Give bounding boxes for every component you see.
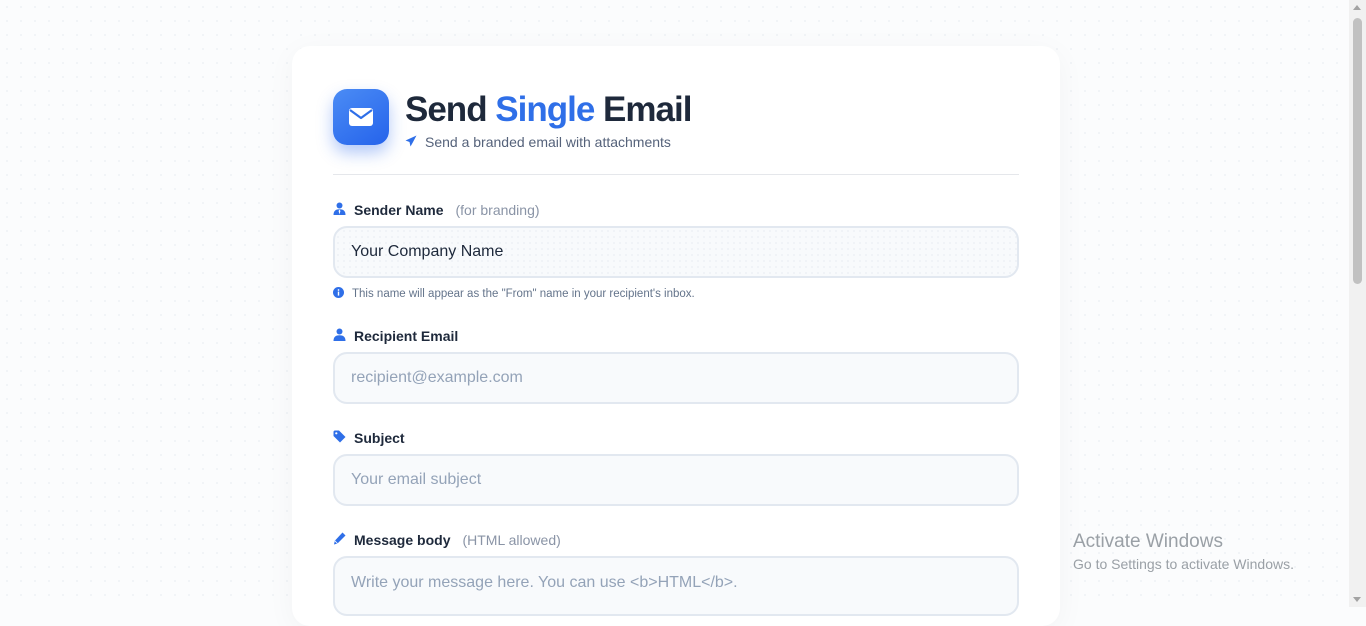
paper-plane-icon	[405, 134, 417, 150]
page-title: Send Single Email	[405, 89, 692, 131]
sender-name-input[interactable]	[333, 226, 1019, 278]
sender-name-label: Sender Name (for branding)	[333, 202, 540, 218]
subject-label-text: Subject	[354, 430, 405, 446]
sender-name-help: This name will appear as the "From" name…	[333, 287, 695, 301]
recipient-email-label: Recipient Email	[333, 328, 458, 344]
scroll-up-arrow-icon[interactable]	[1353, 5, 1361, 10]
subject-label: Subject	[333, 430, 405, 446]
sender-name-hint: (for branding)	[455, 202, 540, 218]
recipient-email-label-text: Recipient Email	[354, 328, 459, 344]
vertical-scrollbar[interactable]	[1349, 0, 1366, 607]
info-icon	[333, 287, 344, 301]
watermark-subtitle: Go to Settings to activate Windows.	[1073, 556, 1294, 572]
tag-icon	[333, 430, 346, 446]
message-body-label-text: Message body	[354, 532, 451, 548]
user-tie-icon	[333, 202, 346, 218]
title-accent: Single	[495, 90, 595, 129]
subject-input[interactable]	[333, 454, 1019, 506]
message-body-hint: (HTML allowed)	[462, 532, 561, 548]
watermark-title: Activate Windows	[1073, 531, 1223, 552]
windows-activation-watermark: Activate Windows Go to Settings to activ…	[1073, 530, 1294, 574]
scroll-down-arrow-icon[interactable]	[1353, 597, 1361, 602]
message-body-label: Message body (HTML allowed)	[333, 532, 561, 548]
scrollbar-thumb[interactable]	[1353, 18, 1362, 284]
sender-name-help-text: This name will appear as the "From" name…	[352, 288, 695, 300]
pen-icon	[333, 532, 346, 548]
sender-name-label-text: Sender Name	[354, 202, 444, 218]
envelope-icon	[333, 89, 389, 145]
form-header: Send Single Email Send a branded email w…	[333, 89, 1019, 175]
email-form-card: Send Single Email Send a branded email w…	[292, 46, 1060, 626]
user-icon	[333, 328, 346, 344]
recipient-email-input[interactable]	[333, 352, 1019, 404]
page-subtitle: Send a branded email with attachments	[405, 134, 671, 150]
title-part-2: Email	[594, 90, 692, 129]
subtitle-text: Send a branded email with attachments	[425, 134, 671, 150]
message-body-textarea[interactable]	[333, 556, 1019, 616]
title-part-1: Send	[405, 90, 496, 129]
